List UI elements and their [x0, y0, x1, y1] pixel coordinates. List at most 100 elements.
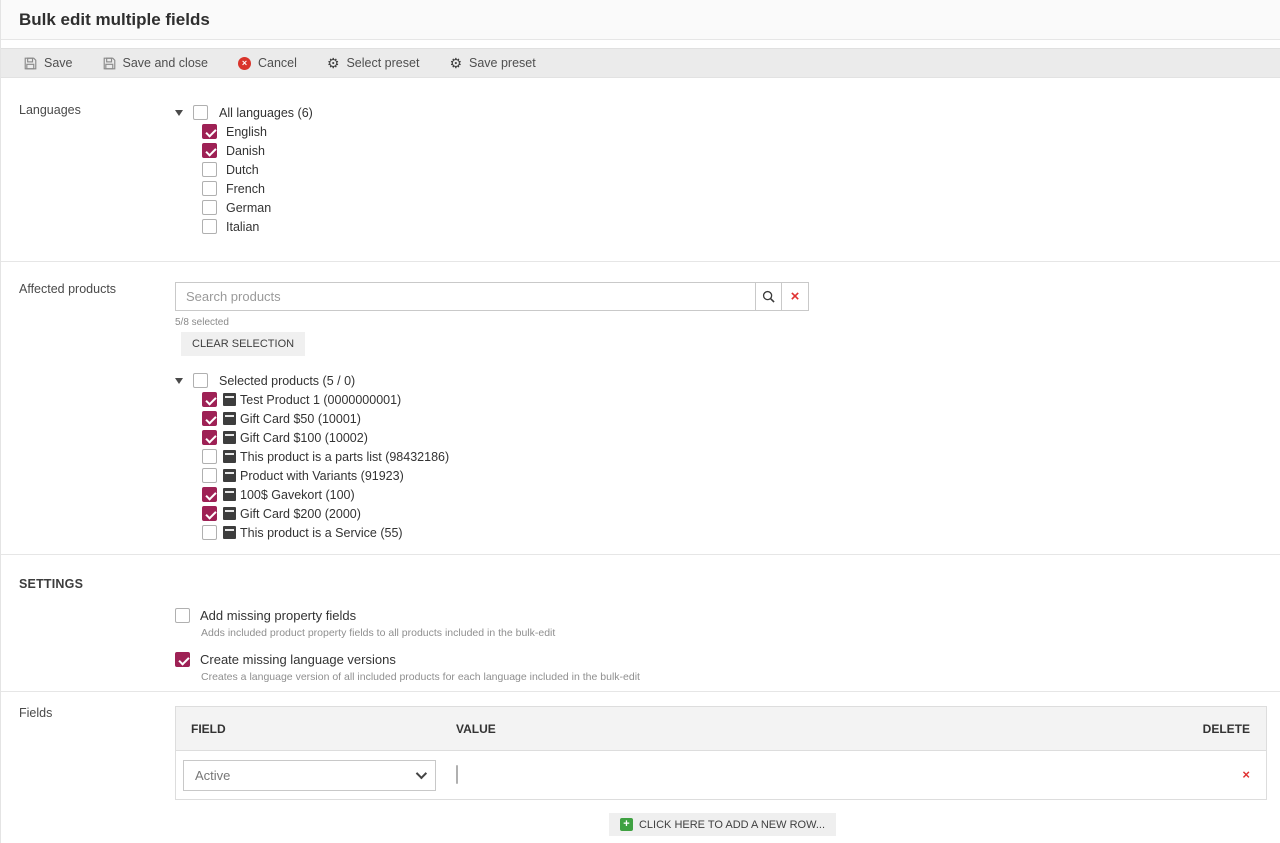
column-header-delete: DELETE [1186, 722, 1266, 736]
setting-checkbox[interactable] [175, 608, 190, 623]
delete-row-x-icon[interactable]: × [1242, 767, 1250, 782]
languages-tree: All languages (6) English Danish Dutch [175, 103, 313, 261]
setting-label[interactable]: Create missing language versions [200, 652, 396, 667]
products-tree-root: Selected products (5 / 0) [175, 371, 809, 390]
select-preset-button[interactable]: ⚙ Select preset [312, 49, 435, 77]
language-label[interactable]: German [226, 201, 271, 215]
plus-icon: + [620, 818, 633, 831]
add-row-button[interactable]: + CLICK HERE TO ADD A NEW ROW... [609, 813, 836, 836]
fields-table-header: FIELD VALUE DELETE [176, 707, 1266, 751]
product-checkbox[interactable] [202, 468, 217, 483]
column-header-field: FIELD [176, 722, 456, 736]
gear-icon: ⚙ [449, 56, 462, 70]
cancel-button[interactable]: × Cancel [223, 49, 312, 77]
all-languages-checkbox[interactable] [193, 105, 208, 120]
product-label[interactable]: This product is a parts list (98432186) [240, 450, 449, 464]
search-button[interactable] [755, 282, 782, 311]
toolbar: Save Save and close × Cancel ⚙ Select pr… [1, 48, 1280, 78]
language-label[interactable]: Dutch [226, 163, 259, 177]
language-checkbox[interactable] [202, 162, 217, 177]
product-label[interactable]: Gift Card $50 (10001) [240, 412, 361, 426]
product-icon [223, 431, 236, 444]
product-checkbox[interactable] [202, 411, 217, 426]
save-button[interactable]: Save [9, 49, 88, 77]
language-checkbox[interactable] [202, 219, 217, 234]
selection-summary: 5/8 selected [175, 317, 809, 328]
product-label[interactable]: Gift Card $200 (2000) [240, 507, 361, 521]
fields-section-label: Fields [19, 706, 175, 843]
language-item-italian: Italian [202, 217, 313, 236]
language-label[interactable]: Danish [226, 144, 265, 158]
setting-add-missing-property-fields: Add missing property fields Adds include… [175, 608, 1280, 639]
collapse-arrow-icon[interactable] [175, 110, 193, 116]
product-icon [223, 488, 236, 501]
language-checkbox[interactable] [202, 200, 217, 215]
products-list: Test Product 1 (0000000001) Gift Card $5… [202, 390, 809, 542]
settings-section: SETTINGS Add missing property fields Add… [1, 555, 1280, 692]
cancel-icon: × [238, 57, 251, 70]
setting-label[interactable]: Add missing property fields [200, 608, 356, 623]
affected-products-section-label: Affected products [19, 282, 175, 554]
fields-section: Fields FIELD VALUE DELETE Active [1, 692, 1280, 843]
product-label[interactable]: Gift Card $100 (10002) [240, 431, 368, 445]
product-checkbox[interactable] [202, 525, 217, 540]
product-label[interactable]: This product is a Service (55) [240, 526, 403, 540]
selected-products-label[interactable]: Selected products (5 / 0) [219, 374, 355, 388]
setting-checkbox[interactable] [175, 652, 190, 667]
product-item: Gift Card $50 (10001) [202, 409, 809, 428]
product-checkbox[interactable] [202, 430, 217, 445]
product-icon [223, 450, 236, 463]
clear-search-button[interactable]: × [782, 282, 809, 311]
product-item: 100$ Gavekort (100) [202, 485, 809, 504]
field-select-value: Active [195, 768, 230, 783]
bulk-edit-page: Bulk edit multiple fields Save Save and … [0, 0, 1280, 843]
language-item-french: French [202, 179, 313, 198]
product-icon [223, 507, 236, 520]
selected-products-checkbox[interactable] [193, 373, 208, 388]
save-preset-button[interactable]: ⚙ Save preset [434, 49, 550, 77]
product-checkbox[interactable] [202, 506, 217, 521]
setting-create-missing-language-versions: Create missing language versions Creates… [175, 652, 1280, 683]
fields-table-row: Active × [176, 751, 1266, 799]
language-label[interactable]: French [226, 182, 265, 196]
language-label[interactable]: Italian [226, 220, 259, 234]
gear-icon: ⚙ [327, 56, 340, 70]
clear-search-x-icon: × [791, 289, 800, 304]
product-checkbox[interactable] [202, 449, 217, 464]
column-header-value: VALUE [456, 722, 1186, 736]
product-label[interactable]: 100$ Gavekort (100) [240, 488, 355, 502]
search-input[interactable] [175, 282, 755, 311]
product-icon [223, 393, 236, 406]
product-checkbox[interactable] [202, 392, 217, 407]
page-header: Bulk edit multiple fields [1, 0, 1280, 40]
languages-section-label: Languages [19, 103, 175, 261]
field-value-checkbox[interactable] [456, 765, 458, 784]
save-and-close-button[interactable]: Save and close [88, 49, 223, 77]
all-languages-label[interactable]: All languages (6) [219, 106, 313, 120]
affected-products-content: × 5/8 selected CLEAR SELECTION Selected … [175, 282, 809, 554]
language-item-dutch: Dutch [202, 160, 313, 179]
collapse-arrow-icon[interactable] [175, 378, 193, 384]
product-label[interactable]: Product with Variants (91923) [240, 469, 404, 483]
languages-list: English Danish Dutch French German [202, 122, 313, 236]
product-search-group: × [175, 282, 809, 311]
product-icon [223, 469, 236, 482]
save-and-close-button-label: Save and close [123, 56, 208, 70]
setting-description: Creates a language version of all includ… [201, 671, 1280, 683]
products-tree: Selected products (5 / 0) Test Product 1… [175, 371, 809, 542]
languages-tree-root: All languages (6) [175, 103, 313, 122]
language-label[interactable]: English [226, 125, 267, 139]
product-icon [223, 412, 236, 425]
language-item-german: German [202, 198, 313, 217]
product-checkbox[interactable] [202, 487, 217, 502]
field-select[interactable]: Active [183, 760, 436, 791]
save-preset-button-label: Save preset [469, 56, 536, 70]
product-label[interactable]: Test Product 1 (0000000001) [240, 393, 401, 407]
language-checkbox[interactable] [202, 181, 217, 196]
language-checkbox[interactable] [202, 143, 217, 158]
select-preset-button-label: Select preset [346, 56, 419, 70]
add-row-button-label: CLICK HERE TO ADD A NEW ROW... [639, 819, 825, 831]
language-item-english: English [202, 122, 313, 141]
clear-selection-button[interactable]: CLEAR SELECTION [181, 332, 305, 356]
language-checkbox[interactable] [202, 124, 217, 139]
